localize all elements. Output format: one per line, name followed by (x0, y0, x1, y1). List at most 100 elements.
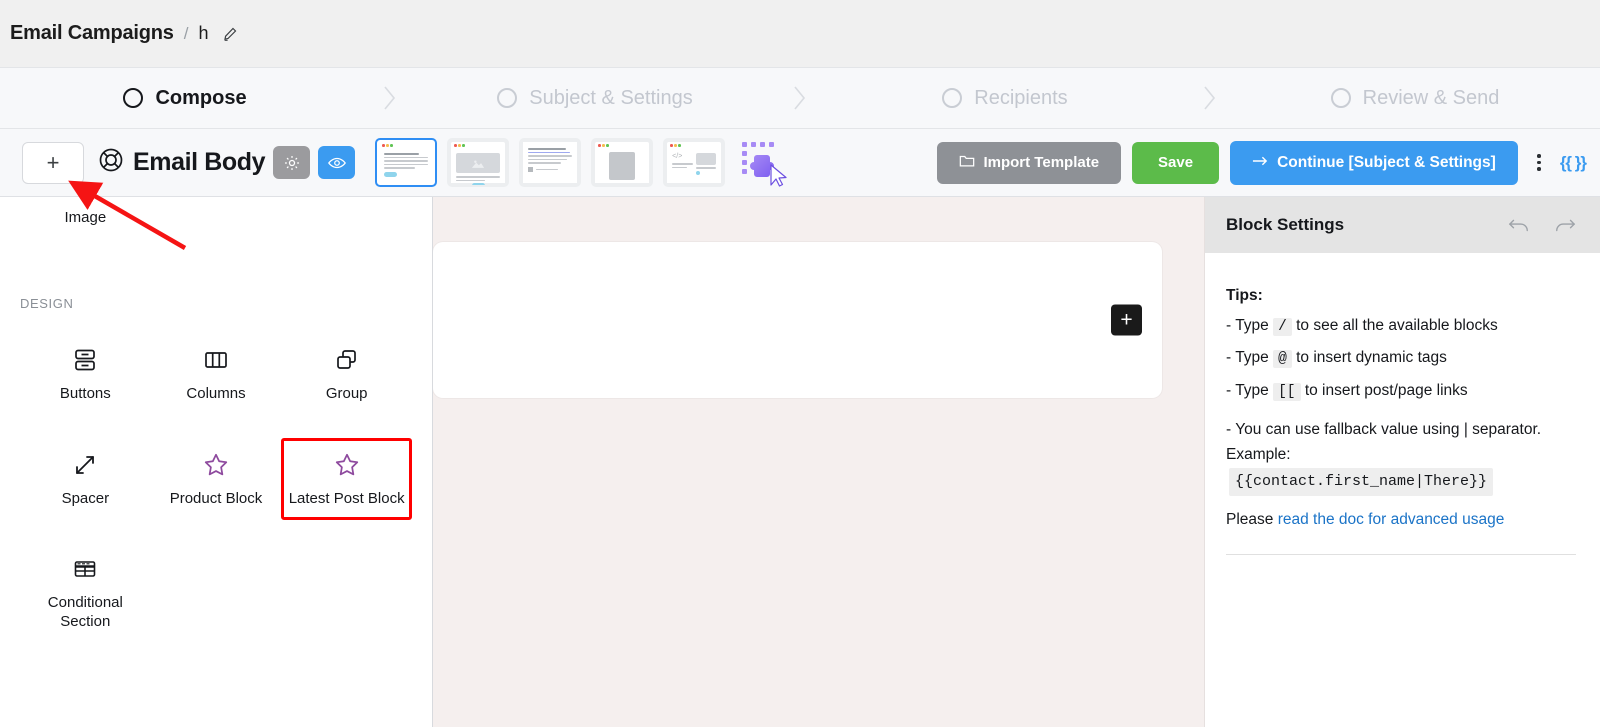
breadcrumb-bar: Email Campaigns / h (0, 0, 1600, 67)
step-label: Compose (155, 86, 247, 109)
thumb-layout-image-template[interactable] (447, 138, 510, 187)
tip-code: @ (1273, 350, 1292, 369)
fallback-text: - You can use fallback value using | sep… (1226, 421, 1542, 463)
breadcrumb-separator: / (183, 23, 189, 43)
pencil-icon[interactable] (222, 26, 238, 42)
step-circle-icon (1330, 88, 1351, 108)
step-chevron-icon (1190, 83, 1230, 113)
buttons-icon (72, 345, 98, 375)
block-item-product-block[interactable]: Product Block (151, 438, 282, 521)
blocks-section-design: DESIGN (20, 295, 74, 311)
blocks-dropdown-panel[interactable]: Image DESIGN Buttons Columns Group Space… (0, 197, 433, 727)
block-label: Group (325, 384, 368, 402)
wizard-steps: Compose Subject & Settings Recipients Re… (0, 67, 1600, 129)
block-add-button[interactable]: + (1111, 304, 1142, 336)
block-label: Buttons (59, 384, 111, 402)
merge-tag-button[interactable]: {{ }} (1560, 153, 1587, 173)
tip-suffix: to see all the available blocks (1296, 317, 1498, 335)
continue-button[interactable]: Continue [Subject & Settings] (1230, 140, 1518, 185)
thumb-layout-document-template[interactable] (591, 138, 654, 187)
tip-row: - Type [[ to insert post/page links (1226, 376, 1576, 406)
block-item-spacer[interactable]: Spacer (20, 438, 151, 521)
add-block-button[interactable]: + (22, 141, 84, 184)
tip-row: - Type / to see all the available blocks (1226, 311, 1576, 341)
tips-title: Tips: (1226, 287, 1263, 304)
breadcrumb-root[interactable]: Email Campaigns (10, 22, 174, 45)
block-label: Columns (186, 384, 246, 402)
fallback-code: {{contact.first_name|There}} (1229, 467, 1494, 496)
folder-icon (959, 154, 975, 172)
block-label: Image (64, 209, 107, 226)
block-settings-body: Tips: - Type / to see all the available … (1205, 253, 1600, 727)
tip-code: [[ (1273, 382, 1301, 401)
block-label: Conditional Section (47, 594, 123, 630)
block-label: Latest Post Block (288, 489, 405, 507)
spacer-icon (72, 450, 98, 480)
block-item-columns[interactable]: Columns (151, 333, 282, 416)
continue-label: Continue [Subject & Settings] (1277, 153, 1496, 171)
template-thumbnails: </> (375, 138, 726, 187)
block-settings-panel: Block Settings Tips: - Type / to see all… (1205, 197, 1600, 727)
table-icon (72, 554, 98, 584)
columns-icon (203, 345, 229, 375)
block-item-latest-post-block[interactable]: Latest Post Block (281, 437, 412, 521)
import-template-button[interactable]: Import Template (937, 141, 1122, 184)
star-icon (202, 450, 230, 480)
toolbar-actions: Import Template Save Continue [Subject &… (937, 140, 1587, 185)
step-label: Review & Send (1362, 86, 1500, 109)
block-item-group[interactable]: Group (281, 333, 412, 416)
block-settings-header: Block Settings (1205, 197, 1600, 253)
tip-prefix: - Type (1226, 349, 1269, 367)
thumb-layout-text-template[interactable] (375, 138, 438, 187)
block-settings-title: Block Settings (1226, 215, 1345, 234)
eye-icon[interactable] (318, 146, 356, 179)
step-subject-settings[interactable]: Subject & Settings (410, 87, 780, 110)
step-review-send[interactable]: Review & Send (1230, 87, 1600, 110)
plugin-cursor-icon[interactable] (737, 139, 789, 187)
block-item-image[interactable]: Image (20, 205, 151, 240)
thumb-layout-article-template[interactable] (519, 138, 582, 187)
step-circle-icon (942, 88, 963, 108)
step-chevron-icon (780, 83, 820, 113)
thumb-layout-code-template[interactable]: </> (663, 138, 726, 187)
step-label: Recipients (974, 86, 1068, 109)
blocks-grid: Buttons Columns Group Spacer Product Blo… (20, 333, 412, 644)
save-button[interactable]: Save (1132, 141, 1220, 184)
doc-prefix: Please (1226, 510, 1278, 528)
settings-divider (1226, 554, 1576, 556)
tip-prefix: - Type (1226, 317, 1269, 335)
tip-code: / (1273, 318, 1292, 337)
import-template-label: Import Template (983, 154, 1100, 171)
doc-tip: Please read the doc for advanced usage (1226, 508, 1576, 533)
redo-icon[interactable] (1554, 217, 1576, 233)
tip-suffix: to insert dynamic tags (1296, 349, 1447, 367)
breadcrumb-campaign-title: h (198, 23, 209, 43)
step-recipients[interactable]: Recipients (820, 87, 1190, 110)
editor-toolbar: + Email Body </> Import Template Save Co… (0, 129, 1600, 197)
tip-prefix: - Type (1226, 381, 1269, 399)
gear-icon[interactable] (273, 146, 311, 179)
tip-suffix: to insert post/page links (1304, 381, 1468, 399)
arrow-right-icon (1252, 154, 1269, 172)
email-body-block[interactable]: + (433, 242, 1162, 398)
step-label: Subject & Settings (529, 86, 693, 109)
step-chevron-icon (370, 83, 410, 113)
step-circle-icon (123, 88, 144, 108)
fallback-tip: - You can use fallback value using | sep… (1226, 418, 1576, 496)
block-label: Product Block (169, 489, 263, 507)
step-circle-icon (497, 88, 518, 108)
email-body-title-group: Email Body (98, 147, 266, 178)
block-label: Spacer (61, 489, 110, 507)
block-item-conditional-section[interactable]: Conditional Section (20, 542, 151, 644)
page-title: Email Body (133, 148, 266, 176)
step-compose[interactable]: Compose (0, 87, 370, 110)
star-icon (333, 450, 361, 480)
tip-row: - Type @ to insert dynamic tags (1226, 343, 1576, 373)
undo-icon[interactable] (1508, 217, 1530, 233)
group-icon (334, 345, 360, 375)
lifebuoy-icon (98, 147, 124, 178)
block-item-buttons[interactable]: Buttons (20, 333, 151, 416)
read-doc-link[interactable]: read the doc for advanced usage (1278, 511, 1505, 528)
more-vertical-icon[interactable] (1529, 154, 1549, 171)
email-canvas[interactable]: + (433, 197, 1205, 727)
